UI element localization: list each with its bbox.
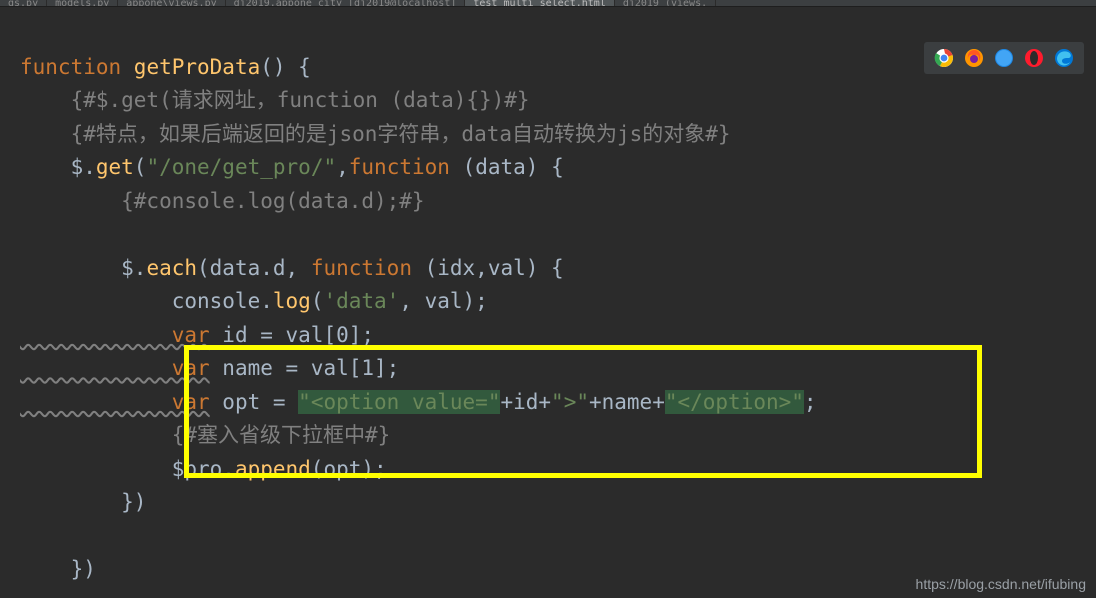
- code-text: () {: [260, 55, 311, 79]
- chrome-icon: [934, 48, 954, 68]
- comment: {#塞入省级下拉框中#}: [20, 423, 390, 447]
- code-text: ;: [804, 390, 817, 414]
- keyword: var: [20, 356, 210, 380]
- browser-icons-panel: [924, 42, 1084, 74]
- string: "/one/get_pro/": [146, 155, 336, 179]
- code-text: (opt);: [311, 457, 387, 481]
- code-text: +name+: [589, 390, 665, 414]
- edge-icon: [1054, 48, 1074, 68]
- tab-item[interactable]: appone\views.py: [118, 0, 225, 7]
- code-text: ];: [349, 323, 374, 347]
- code-text: ,: [336, 155, 349, 179]
- string: 'data': [323, 289, 399, 313]
- code-text: $.: [20, 155, 96, 179]
- opera-icon: [1024, 48, 1044, 68]
- firefox-icon: [964, 48, 984, 68]
- code-editor[interactable]: function getProData() { {#$.get(请求网址，fun…: [0, 7, 1096, 587]
- keyword: function: [20, 55, 134, 79]
- code-text: (: [134, 155, 147, 179]
- comment: {#$.get(请求网址，function (data){})#}: [20, 88, 530, 112]
- string: "<option value=": [298, 390, 500, 414]
- safari-icon: [994, 48, 1014, 68]
- watermark-text: https://blog.csdn.net/ifubing: [916, 576, 1086, 592]
- keyword: var: [20, 390, 210, 414]
- tab-item[interactable]: models.py: [47, 0, 118, 7]
- comment: {#特点，如果后端返回的是json字符串，data自动转换为js的对象#}: [20, 122, 731, 146]
- code-text: (: [311, 289, 324, 313]
- keyword: var: [20, 323, 210, 347]
- keyword: function: [311, 256, 425, 280]
- string: "</option>": [665, 390, 804, 414]
- code-text: $pro.: [20, 457, 235, 481]
- code-text: , val);: [399, 289, 488, 313]
- method: get: [96, 155, 134, 179]
- code-text: name = val[: [210, 356, 362, 380]
- code-text: console.: [20, 289, 273, 313]
- code-text: (data.d,: [197, 256, 311, 280]
- code-text: opt =: [210, 390, 299, 414]
- code-text: }): [20, 490, 146, 514]
- editor-tabs: gs.py models.py appone\views.py dj2019.a…: [0, 0, 1096, 7]
- code-text: }): [20, 557, 96, 581]
- method: each: [146, 256, 197, 280]
- tab-item-active[interactable]: test_multi_select.html: [465, 0, 614, 7]
- function-name: getProData: [134, 55, 260, 79]
- code-text: (data) {: [463, 155, 564, 179]
- string: ">": [551, 390, 589, 414]
- code-text: id = val[: [210, 323, 336, 347]
- code-text: $.: [20, 256, 146, 280]
- number: 1: [361, 356, 374, 380]
- code-text: +id+: [500, 390, 551, 414]
- code-text: ];: [374, 356, 399, 380]
- number: 0: [336, 323, 349, 347]
- tab-item[interactable]: dj2019 (views.: [615, 0, 716, 7]
- method: append: [235, 457, 311, 481]
- tab-item[interactable]: dj2019.appone_city [dj2019@localhost]: [226, 0, 466, 7]
- method: log: [273, 289, 311, 313]
- comment: {#console.log(data.d);#}: [20, 189, 425, 213]
- tab-item[interactable]: gs.py: [0, 0, 47, 7]
- keyword: function: [349, 155, 463, 179]
- code-text: (idx,val) {: [425, 256, 564, 280]
